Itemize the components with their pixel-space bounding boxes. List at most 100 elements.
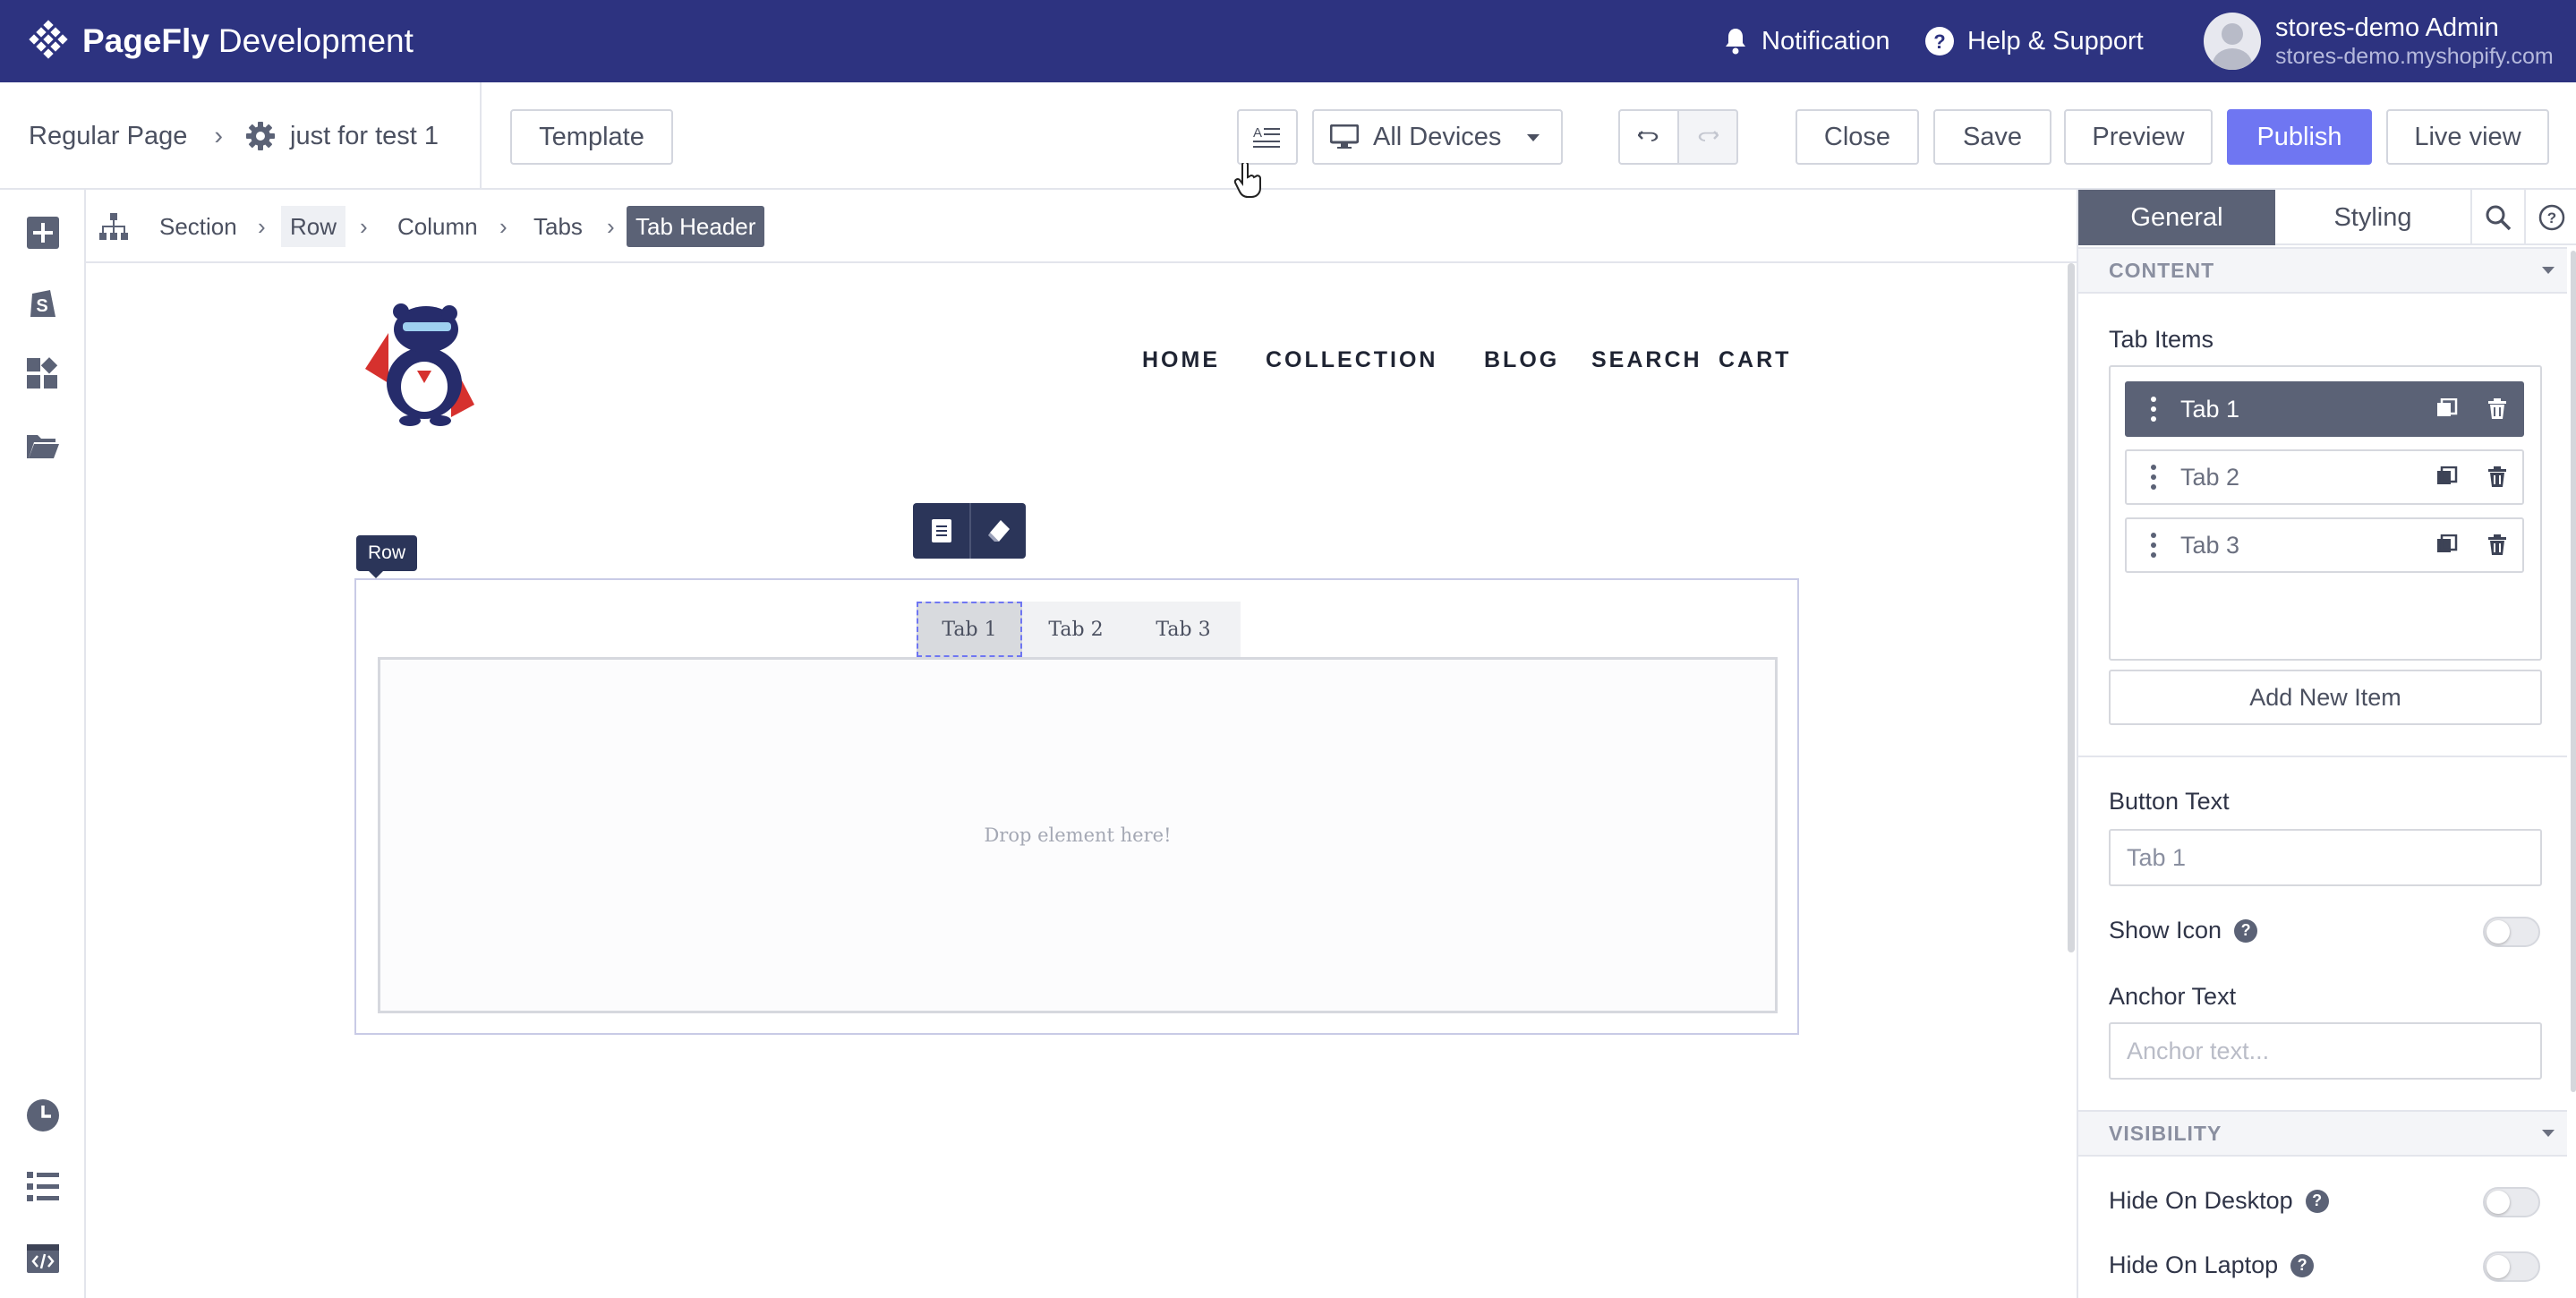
preview-button[interactable]: Preview — [2064, 109, 2213, 165]
hide-laptop-row: Hide On Laptop ? — [2109, 1251, 2315, 1279]
tab-styling[interactable]: Styling — [2275, 190, 2470, 245]
redo-button[interactable] — [1677, 109, 1738, 165]
page-settings[interactable]: just for test 1 — [245, 82, 439, 190]
sections-icon[interactable] — [25, 356, 61, 392]
copy-style-button[interactable] — [913, 503, 969, 559]
canvas-tab-1[interactable]: Tab 1 — [917, 602, 1022, 657]
text-align-button[interactable]: A — [1237, 109, 1298, 165]
drag-handle-icon[interactable] — [2127, 464, 2180, 491]
page-type-crumb[interactable]: Regular Page › — [29, 82, 223, 190]
user-name: stores-demo Admin — [2275, 13, 2499, 42]
breadcrumb-row[interactable]: Row — [281, 206, 346, 247]
list-item[interactable]: Tab 2 — [2125, 449, 2524, 505]
shopify-icon[interactable]: S — [25, 285, 61, 320]
nav-link-search[interactable]: SEARCH — [1591, 347, 1702, 373]
duplicate-icon[interactable] — [2422, 466, 2472, 488]
canvas-tab-3[interactable]: Tab 3 — [1130, 602, 1237, 657]
svg-text:?: ? — [1933, 30, 1945, 53]
tab-content-dropzone[interactable]: Drop element here! — [378, 657, 1778, 1013]
panel-help-button[interactable]: ? — [2524, 190, 2576, 245]
add-new-item-button[interactable]: Add New Item — [2109, 670, 2542, 725]
nav-link-blog[interactable]: BLOG — [1484, 347, 1559, 373]
chevron-right-icon: › — [214, 121, 224, 150]
duplicate-icon[interactable] — [2422, 398, 2472, 420]
notification-label: Notification — [1761, 26, 1890, 56]
list-item[interactable]: Tab 1 — [2125, 381, 2524, 437]
hide-desktop-toggle[interactable] — [2483, 1187, 2540, 1217]
anchor-text-label: Anchor Text — [2109, 983, 2237, 1010]
trash-icon[interactable] — [2472, 466, 2522, 488]
breadcrumb-section[interactable]: Section — [150, 206, 246, 247]
device-select[interactable]: All Devices — [1312, 109, 1563, 165]
close-button[interactable]: Close — [1796, 109, 1919, 165]
save-button[interactable]: Save — [1933, 109, 2051, 165]
tab-items-list: Tab 1 Tab 2 Tab 3 — [2109, 365, 2542, 661]
user-store: stores-demo.myshopify.com — [2275, 44, 2554, 69]
folder-icon[interactable] — [25, 428, 61, 464]
content-section-header[interactable]: CONTENT — [2078, 247, 2567, 294]
breadcrumb-column[interactable]: Column — [388, 206, 487, 247]
code-icon[interactable] — [25, 1241, 61, 1277]
canvas-scrollbar[interactable] — [2068, 263, 2075, 952]
bear-mascot-logo[interactable] — [362, 297, 496, 428]
help-support-link[interactable]: ? Help & Support — [1924, 0, 2144, 82]
help-tooltip-icon[interactable]: ? — [2290, 1253, 2315, 1277]
breadcrumb-tabs[interactable]: Tabs — [525, 206, 592, 247]
tab-header: Tab 1 Tab 2 Tab 3 — [917, 602, 1241, 657]
nav-link-collection[interactable]: COLLECTION — [1266, 347, 1438, 373]
brand-logo[interactable]: PageFly Development — [27, 0, 414, 82]
question-circle-icon: ? — [1925, 27, 1954, 56]
toolbar-divider — [480, 82, 482, 190]
live-view-button[interactable]: Live view — [2386, 109, 2549, 165]
anchor-text-input[interactable]: Anchor text... — [2109, 1022, 2542, 1080]
hide-laptop-toggle[interactable] — [2483, 1251, 2540, 1282]
duplicate-icon[interactable] — [2422, 534, 2472, 556]
help-circle-icon: ? — [2538, 204, 2565, 231]
sitemap-icon[interactable] — [98, 211, 129, 242]
history-icon[interactable] — [25, 1097, 61, 1133]
item-name: Tab 1 — [2180, 395, 2240, 423]
button-text-input[interactable]: Tab 1 — [2109, 829, 2542, 886]
drag-handle-icon[interactable] — [2127, 396, 2180, 423]
top-bar: PageFly Development Notification ? Help … — [0, 0, 2576, 82]
trash-icon[interactable] — [2472, 398, 2522, 420]
drag-handle-icon[interactable] — [2127, 532, 2180, 559]
user-menu[interactable]: stores-demo Admin stores-demo.myshopify.… — [2204, 9, 2554, 73]
help-tooltip-icon[interactable]: ? — [2305, 1189, 2329, 1213]
editor-toolbar: Regular Page › just for test 1 Template … — [0, 82, 2576, 190]
add-element-icon[interactable] — [25, 215, 61, 251]
visibility-section-header[interactable]: VISIBILITY — [2078, 1110, 2567, 1157]
canvas-tab-2[interactable]: Tab 2 — [1022, 602, 1130, 657]
help-label: Help & Support — [1967, 26, 2144, 56]
inspector-tabs: General Styling ? — [2078, 190, 2576, 245]
tab-general[interactable]: General — [2078, 190, 2275, 245]
panel-search-button[interactable] — [2470, 190, 2524, 245]
inspector-panel: General Styling ? CONTENT Tab Items Tab … — [2077, 190, 2576, 1298]
brand-env: Development — [218, 22, 414, 59]
nav-link-home[interactable]: HOME — [1142, 347, 1220, 373]
page-type: Regular Page — [29, 121, 188, 150]
publish-button[interactable]: Publish — [2227, 109, 2372, 165]
breadcrumb-tab-header[interactable]: Tab Header — [627, 206, 765, 247]
chevron-right-icon: › — [607, 213, 615, 240]
undo-button[interactable] — [1618, 109, 1679, 165]
panel-scrollbar[interactable] — [2571, 251, 2576, 1092]
caret-down-icon — [2542, 1130, 2555, 1137]
trash-icon[interactable] — [2472, 534, 2522, 556]
template-button[interactable]: Template — [510, 109, 673, 165]
gear-icon — [246, 122, 275, 150]
outline-list-icon[interactable] — [25, 1169, 61, 1205]
eraser-button[interactable] — [969, 503, 1026, 559]
visibility-header: VISIBILITY — [2109, 1121, 2222, 1145]
drop-placeholder: Drop element here! — [984, 824, 1172, 846]
caret-down-icon — [2542, 267, 2555, 274]
notification-link[interactable]: Notification — [1722, 0, 1889, 82]
list-item[interactable]: Tab 3 — [2125, 517, 2524, 573]
nav-link-cart[interactable]: CART — [1719, 347, 1791, 373]
item-name: Tab 3 — [2180, 531, 2240, 559]
chevron-right-icon: › — [258, 213, 266, 240]
show-icon-toggle[interactable] — [2483, 917, 2540, 947]
help-tooltip-icon[interactable]: ? — [2234, 918, 2258, 943]
redo-icon — [1698, 131, 1719, 141]
svg-text:?: ? — [2547, 209, 2556, 226]
